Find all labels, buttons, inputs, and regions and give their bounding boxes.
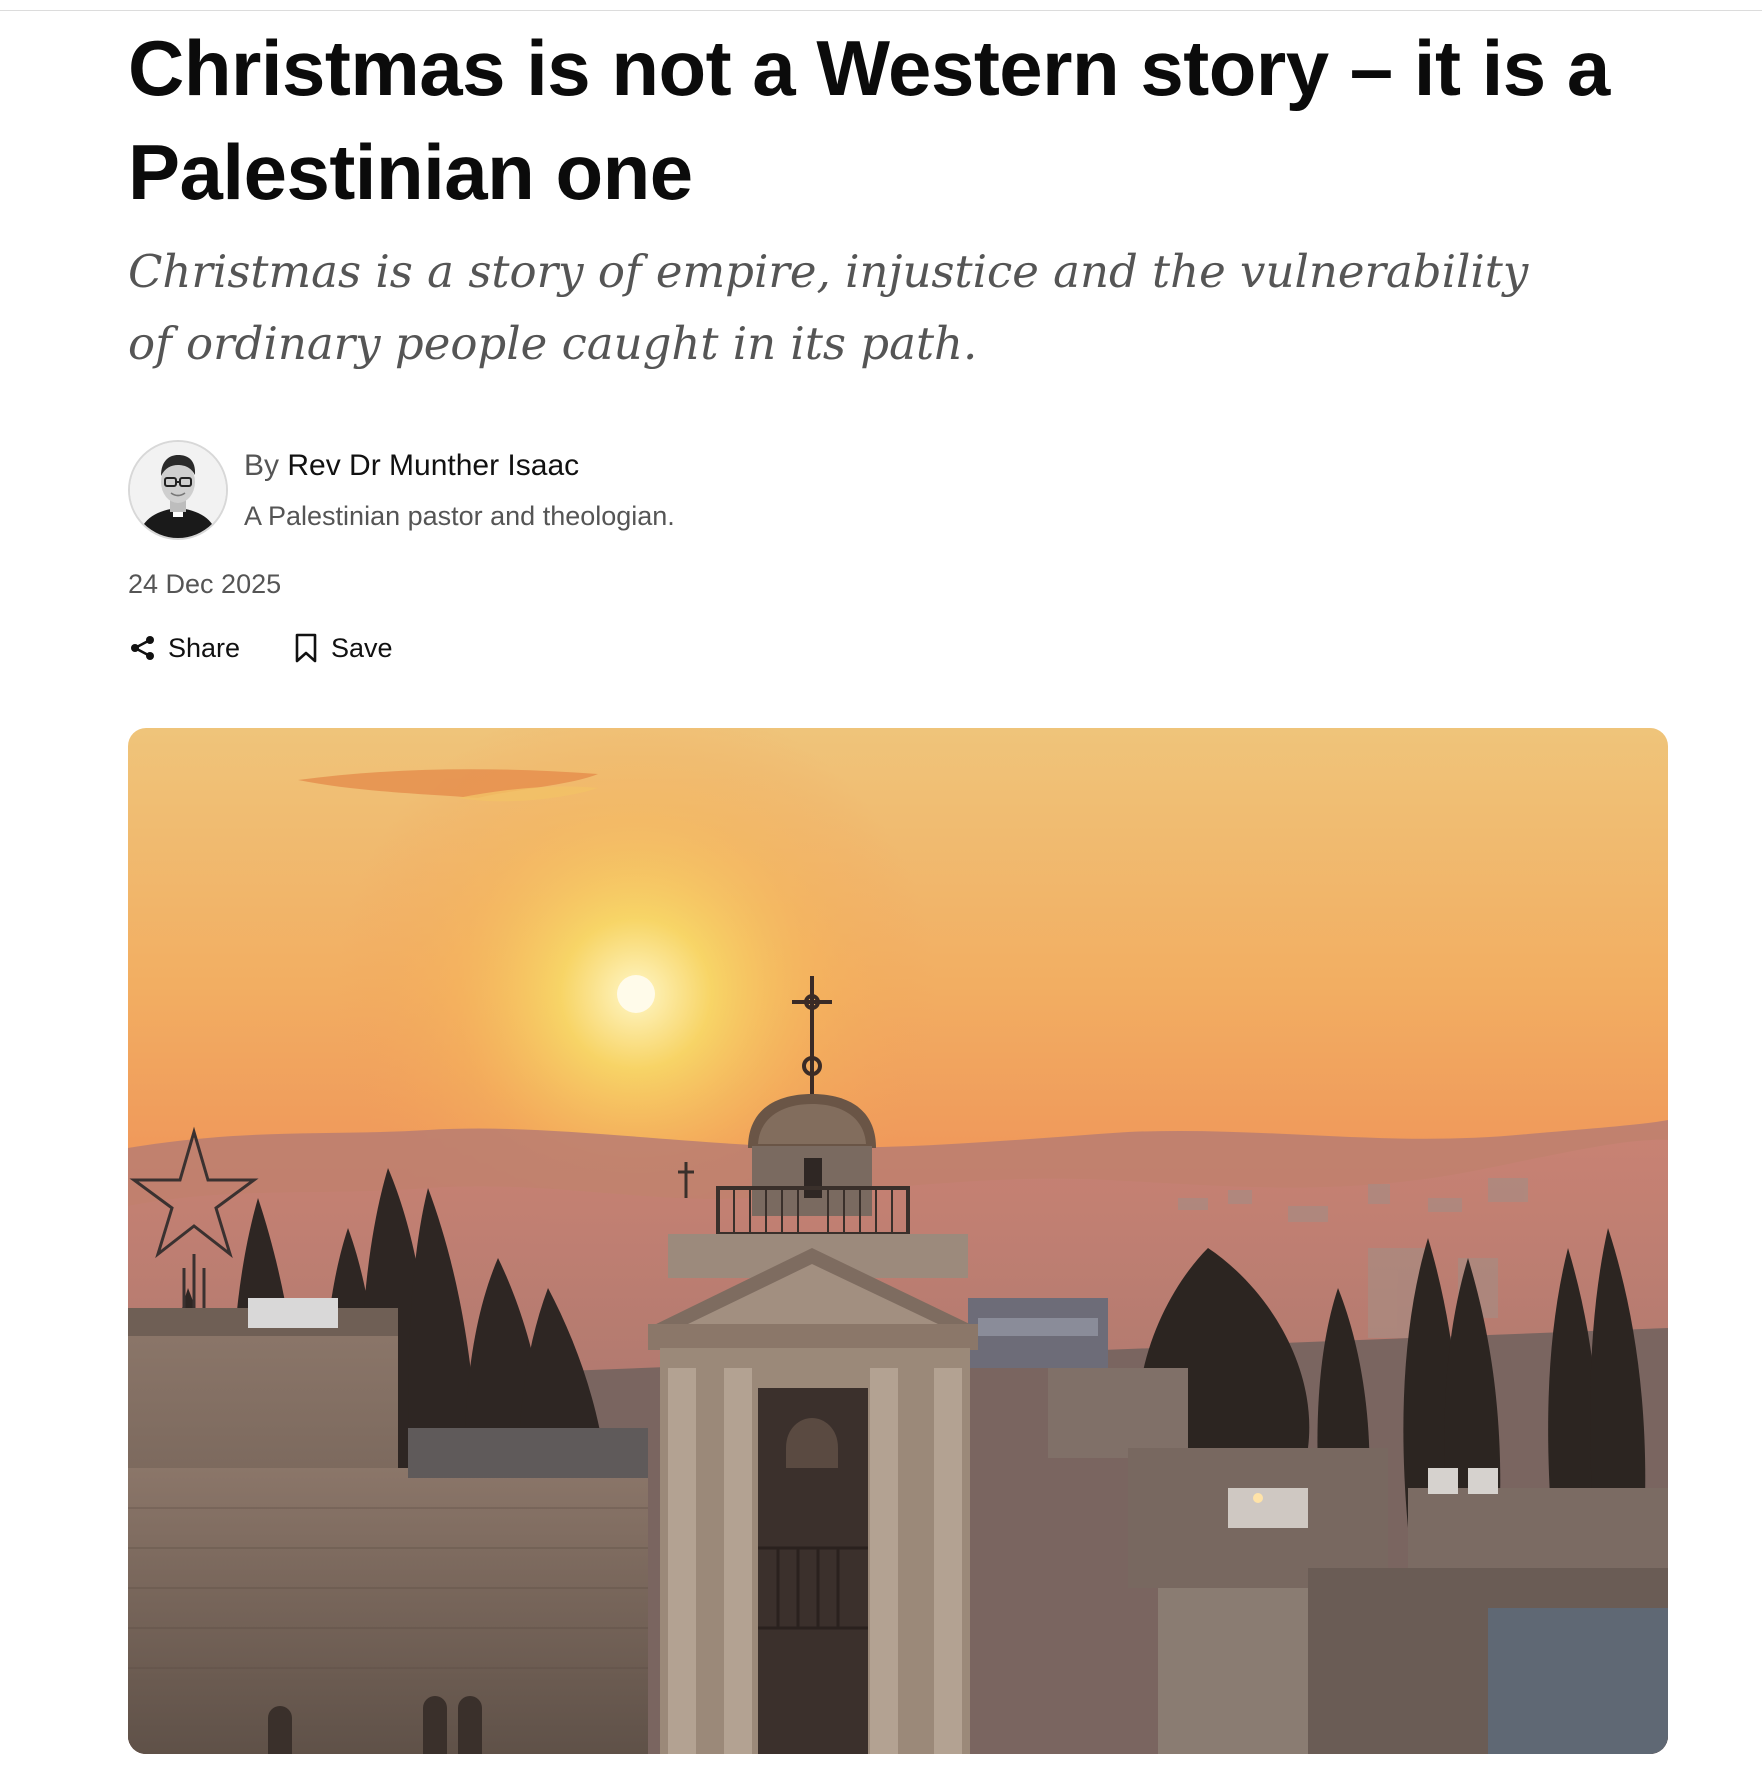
byline-prefix: By — [244, 449, 280, 482]
author-bio: A Palestinian pastor and theologian. — [244, 501, 675, 531]
publish-date: 24 Dec 2025 — [128, 569, 282, 599]
byline-text: By Rev Dr Munther Isaac — [244, 446, 579, 486]
byline: By Rev Dr Munther Isaac A Palestinian pa… — [128, 440, 1028, 540]
hero-image — [128, 728, 1668, 1754]
article-standfirst: Christmas is a story of empire, injustic… — [128, 245, 1529, 370]
top-divider — [0, 10, 1762, 11]
bookmark-icon — [291, 631, 321, 665]
bethlehem-sunset-illustration — [128, 728, 1668, 1754]
author-avatar[interactable] — [128, 440, 228, 540]
author-name-link[interactable]: Rev Dr Munther Isaac — [287, 449, 579, 482]
save-button[interactable]: Save — [291, 628, 393, 668]
article-headline: Christmas is not a Western story – it is… — [128, 24, 1610, 216]
share-icon — [128, 631, 158, 665]
share-label: Share — [168, 633, 241, 663]
save-label: Save — [331, 633, 393, 663]
article-actions: Share Save — [128, 628, 728, 668]
share-button[interactable]: Share — [128, 628, 240, 668]
author-portrait-icon — [130, 442, 226, 538]
